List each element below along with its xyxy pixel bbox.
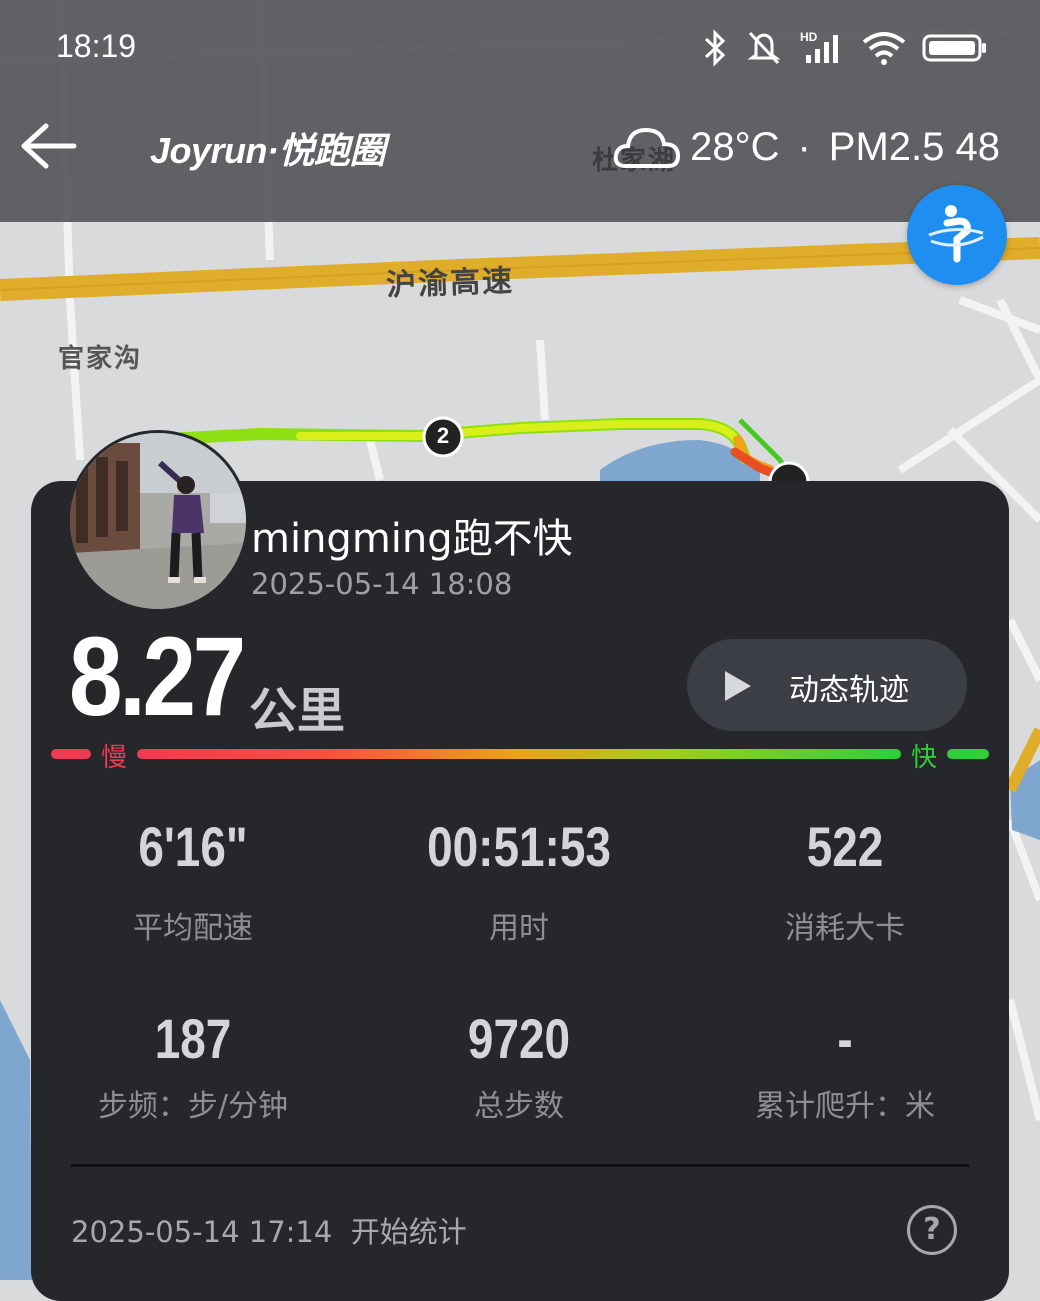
help-button[interactable]: ? (907, 1205, 957, 1255)
stat-value: 9720 (467, 1007, 571, 1070)
stat-label: 平均配速 (133, 911, 253, 946)
road-label: 沪渝高速 (385, 263, 515, 304)
stat-cadence: 187 步频：步/分钟 (43, 1011, 343, 1125)
stat-value: - (837, 1007, 853, 1070)
weather-info: 28°C · PM2.5 48 (612, 122, 1000, 172)
divider (71, 1164, 969, 1167)
pace-gradient-bar (51, 749, 989, 759)
mute-icon (747, 31, 781, 65)
stat-label: 累计爬升：米 (755, 1089, 935, 1124)
stat-elevation-gain: - 累计爬升：米 (695, 1011, 995, 1125)
username[interactable]: mingming跑不快 (251, 506, 573, 564)
stat-label: 用时 (489, 911, 549, 946)
status-icons: HD (702, 26, 988, 70)
signal-hd-icon: HD (800, 30, 838, 63)
stat-label: 步频：步/分钟 (97, 1089, 289, 1124)
replay-track-button[interactable]: 动态轨迹 (687, 639, 967, 731)
top-bar: 杜家湖 18:19 HD Joyrun·悦跑圈 28°C · PM2.5 48 (0, 0, 1040, 222)
stat-value: 6'16" (138, 815, 248, 878)
app-logo: Joyrun·悦跑圈 (150, 130, 386, 171)
stat-avg-pace: 6'16" 平均配速 (43, 819, 343, 947)
battery-icon (922, 34, 986, 62)
wifi-icon (862, 32, 906, 65)
bluetooth-icon (704, 29, 726, 67)
back-arrow-icon[interactable] (18, 118, 82, 174)
run-datetime: 2025-05-14 18:08 (251, 567, 513, 601)
distance-value: 8.27 (69, 614, 246, 739)
weather-separator: · (797, 124, 811, 169)
replay-track-label: 动态轨迹 (789, 673, 909, 708)
pace-fast-label: 快 (911, 743, 938, 773)
stat-value: 522 (806, 815, 884, 878)
pace-slow-label: 慢 (101, 743, 128, 773)
stat-total-steps: 9720 总步数 (369, 1011, 669, 1125)
air-quality: PM2.5 48 (828, 124, 1000, 169)
runner-view-button[interactable] (907, 185, 1007, 285)
svg-text:HD: HD (800, 30, 818, 44)
start-time-info: 2025-05-14 17:14 开始统计 (71, 1215, 467, 1249)
play-icon (725, 671, 751, 701)
stat-calories: 522 消耗大卡 (695, 819, 995, 947)
stat-value: 187 (154, 1007, 232, 1070)
stat-label: 消耗大卡 (785, 911, 905, 946)
cloud-icon (613, 127, 681, 168)
temperature: 28°C (690, 124, 780, 169)
distance-unit: 公里 (249, 683, 346, 739)
stat-duration: 00:51:53 用时 (369, 819, 669, 947)
avatar-photo (70, 433, 246, 609)
avatar[interactable] (67, 430, 249, 612)
runner-icon (928, 205, 984, 263)
stat-value: 00:51:53 (427, 815, 611, 878)
status-time: 18:19 (56, 28, 137, 64)
stat-label: 总步数 (474, 1089, 564, 1124)
place-label-guanjiagou: 官家沟 (58, 344, 143, 374)
km-marker-label: 2 (436, 423, 450, 448)
